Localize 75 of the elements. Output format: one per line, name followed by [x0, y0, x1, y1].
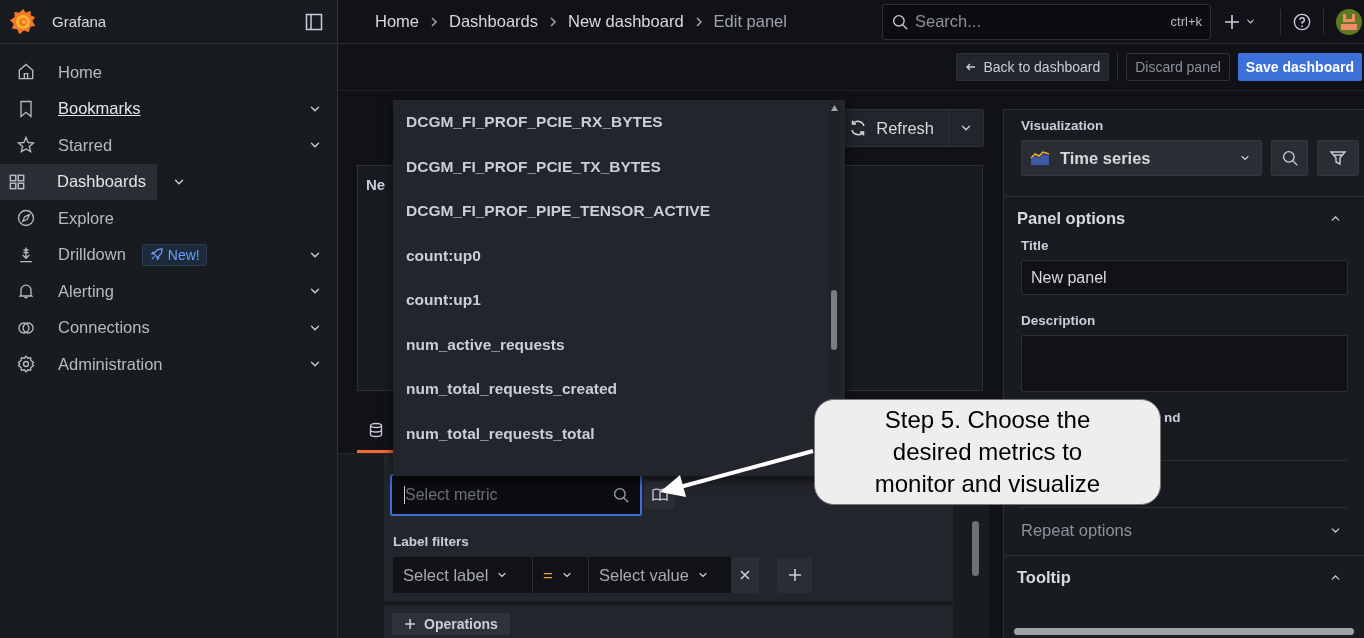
operator-select[interactable]: = [533, 557, 589, 593]
settings-icon [16, 354, 36, 375]
filter-button[interactable] [1317, 140, 1359, 176]
metric-option[interactable]: DCGM_FI_PROF_PCIE_TX_BYTES [393, 144, 661, 189]
tooltip-section[interactable]: Tooltip [1004, 562, 1364, 592]
add-menu-button[interactable] [1223, 12, 1256, 31]
shortcut-hint: ctrl+k [1170, 14, 1202, 29]
field-label: nd [1164, 410, 1181, 425]
search-button[interactable] [1271, 140, 1308, 176]
breadcrumb-link[interactable]: Home [375, 12, 419, 31]
logo-icon [8, 6, 38, 37]
star-icon [16, 135, 36, 156]
line-chart-icon [1030, 150, 1050, 166]
title-input[interactable]: New panel [1021, 260, 1348, 295]
search-icon [891, 12, 909, 31]
add-filter-button[interactable] [777, 557, 812, 593]
field-label: Visualization [1021, 118, 1105, 133]
scrollbar[interactable] [972, 521, 979, 576]
save-dashboard-button[interactable]: Save dashboard [1237, 53, 1362, 81]
panel-options-section[interactable]: Panel options [1004, 198, 1364, 238]
scrollbar[interactable] [829, 100, 840, 396]
breadcrumb-link[interactable]: New dashboard [568, 12, 684, 31]
value-select[interactable]: Select value [589, 557, 731, 593]
search-icon [612, 486, 630, 504]
field-label: Title [1021, 238, 1050, 253]
new-badge: New! [141, 243, 207, 266]
nav-item[interactable]: Dashboards [0, 163, 157, 200]
nav-item[interactable]: Connections [4, 309, 293, 346]
nav-item[interactable]: Drilldown New! [4, 236, 293, 273]
panel-title: Ne [366, 176, 386, 193]
back-to-dashboard-button[interactable]: Back to dashboard [956, 53, 1110, 81]
metric-option[interactable]: num_total_requests_total [393, 411, 595, 456]
plus-icon [1223, 12, 1241, 31]
search-field[interactable]: Search... ctrl+k [882, 3, 1211, 40]
chevron-down-icon [1245, 16, 1256, 27]
chevron-right-icon [547, 15, 559, 28]
funnel-icon [1329, 149, 1347, 167]
avatar-icon[interactable] [1336, 8, 1362, 35]
arrow-left-icon [965, 61, 978, 73]
metric-option[interactable]: DCGM_FI_PROF_PCIE_RX_BYTES [393, 100, 663, 145]
discard-panel-button[interactable]: Discard panel [1126, 53, 1230, 81]
nav-item[interactable]: Starred [4, 127, 293, 164]
field-label: Description [1021, 313, 1097, 328]
compass-icon [16, 208, 36, 229]
metric-option[interactable]: DCGM_FI_PROF_PIPE_TENSOR_ACTIVE [393, 189, 711, 234]
metric-option[interactable]: num_total_requests_created [393, 367, 618, 412]
metric-select-field[interactable]: Select metric [390, 474, 642, 516]
operations-button[interactable]: Operations [392, 613, 510, 635]
metric-option[interactable]: num_active_requests [393, 322, 565, 367]
help-icon[interactable] [1293, 12, 1311, 31]
sidebar-dock-icon[interactable] [305, 12, 323, 31]
breadcrumb-link[interactable]: Dashboards [449, 12, 538, 31]
app-title: Grafana [52, 13, 108, 30]
database-icon [368, 422, 384, 438]
search-icon [1280, 149, 1299, 167]
repeat-options-section[interactable]: Repeat options [1021, 507, 1348, 553]
nav-item[interactable]: Home [4, 54, 293, 91]
label-select[interactable]: Select label [393, 557, 533, 593]
scroll-up-icon[interactable] [830, 104, 839, 112]
chevron-right-icon [428, 15, 440, 28]
nav-item[interactable]: Explore [4, 200, 293, 237]
label-filters-heading: Label filters [393, 534, 470, 549]
breadcrumb-link[interactable]: Edit panel [713, 12, 787, 31]
book-icon [650, 486, 669, 504]
plus-icon [787, 568, 802, 582]
nav-item[interactable]: Administration [4, 346, 293, 383]
nav-item[interactable]: Bookmarks [4, 90, 293, 127]
nav-item[interactable]: Alerting [4, 273, 293, 310]
callout-text: Step 5. Choose the desired metrics to monitor and visualize [873, 405, 1102, 499]
remove-filter-button[interactable] [731, 557, 759, 593]
metric-option[interactable]: count:up0 [393, 233, 481, 278]
metric-option[interactable]: count:up1 [393, 278, 481, 323]
plus-icon [404, 618, 416, 630]
close-icon [738, 568, 752, 582]
visualization-picker[interactable]: Time series [1021, 140, 1262, 176]
